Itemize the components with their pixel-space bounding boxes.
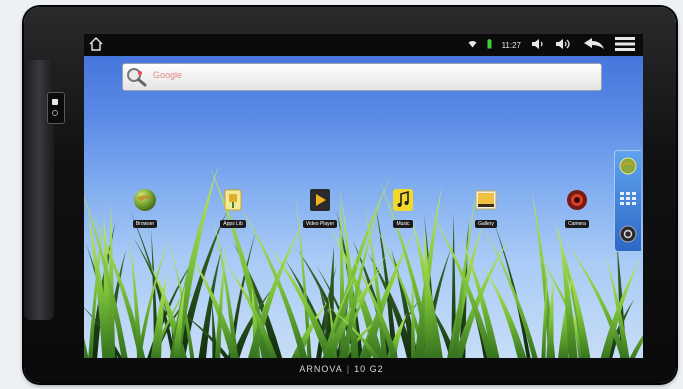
menu-icon[interactable] — [615, 37, 635, 53]
brand-name: ARNOVA — [299, 364, 343, 374]
apps-lib-icon — [224, 189, 242, 211]
hardware-button-square-icon — [52, 99, 58, 105]
gallery-icon — [475, 190, 497, 210]
home-screen: 11:27 Google Browser Apps Lib Video Play… — [84, 34, 643, 358]
google-search-widget[interactable]: Google — [122, 63, 602, 91]
grass-blade — [214, 242, 227, 358]
app-label: Music — [393, 220, 413, 228]
search-icon — [126, 67, 148, 92]
app-label: Apps Lib — [220, 220, 246, 228]
app-label: Camera — [565, 220, 589, 228]
app-label: Video Player — [302, 220, 338, 228]
status-bar: 11:27 — [84, 34, 643, 56]
app-browser[interactable]: Browser — [117, 188, 173, 230]
volume-up-icon[interactable] — [555, 38, 573, 52]
settings-shortcut-icon[interactable] — [619, 225, 637, 248]
app-camera[interactable]: Camera — [549, 188, 605, 230]
search-input[interactable]: Google — [153, 70, 182, 80]
app-apps-lib[interactable]: Apps Lib — [205, 188, 261, 230]
grass-blade — [84, 337, 89, 358]
model-name: 10 G2 — [354, 364, 384, 374]
app-label: Gallery — [475, 220, 497, 228]
music-icon — [393, 189, 413, 211]
back-icon[interactable] — [583, 38, 605, 52]
app-video-player[interactable]: Video Player — [292, 188, 348, 230]
app-drawer-icon[interactable] — [619, 191, 637, 212]
wifi-icon — [468, 40, 477, 50]
clock: 11:27 — [501, 40, 521, 50]
browser-shortcut-icon[interactable] — [619, 157, 637, 180]
grass-blade — [629, 334, 643, 358]
hardware-button[interactable] — [47, 92, 65, 124]
app-gallery[interactable]: Gallery — [458, 188, 514, 230]
device-logo: ARNOVA | 10 G2 — [299, 364, 384, 374]
globe-icon — [134, 189, 156, 211]
volume-down-icon[interactable] — [531, 38, 545, 52]
video-player-icon — [310, 189, 330, 211]
hardware-button-circle-icon — [52, 110, 58, 116]
app-label: Browser — [132, 220, 158, 228]
side-launcher-panel — [614, 150, 641, 252]
app-music[interactable]: Music — [375, 188, 431, 230]
home-icon[interactable] — [88, 36, 104, 53]
camera-icon — [567, 190, 587, 210]
battery-icon — [487, 39, 492, 51]
